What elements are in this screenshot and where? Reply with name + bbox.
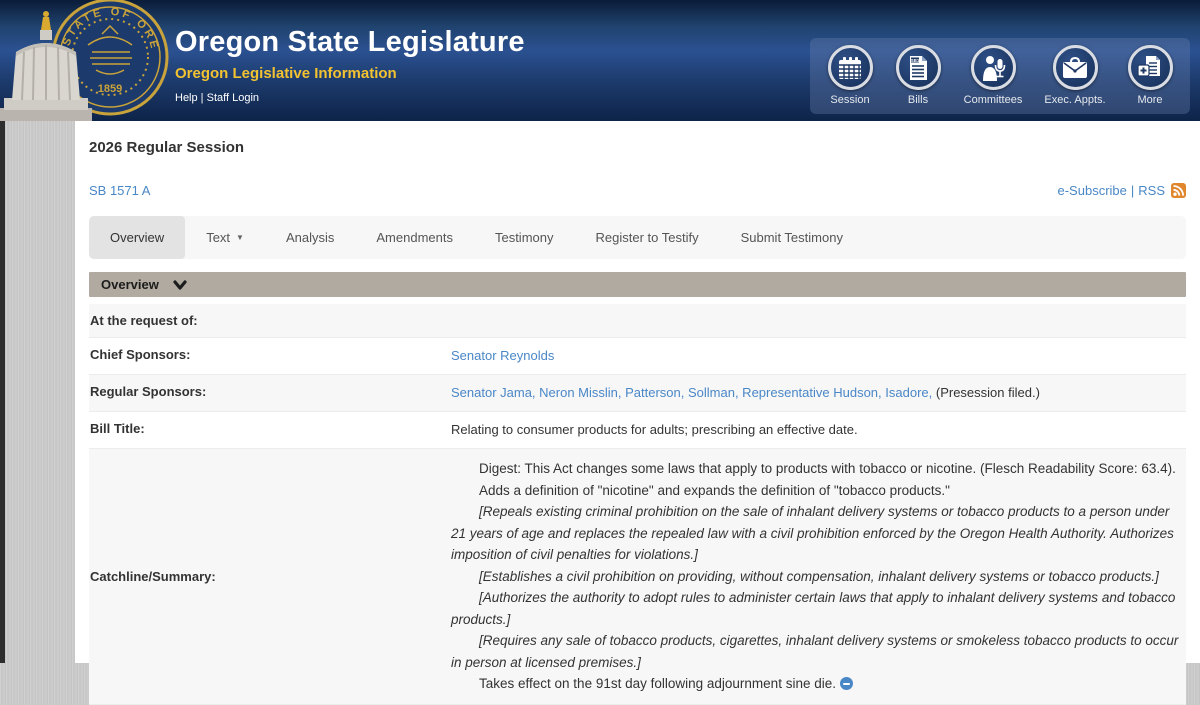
nav-item-exec-appts[interactable]: Exec. Appts. bbox=[1038, 45, 1112, 106]
site-subtitle: Oregon Legislative Information bbox=[175, 65, 525, 82]
help-link[interactable]: Help bbox=[175, 92, 198, 104]
nav-label: Exec. Appts. bbox=[1044, 94, 1105, 106]
measure-row: SB 1571 A e-Subscribe | RSS bbox=[89, 183, 1186, 198]
main-content: 2026 Regular Session SB 1571 A e-Subscri… bbox=[75, 121, 1200, 663]
rss-icon[interactable] bbox=[1171, 183, 1186, 198]
calendar-icon bbox=[828, 45, 873, 90]
field-value: Digest: This Act changes some laws that … bbox=[451, 458, 1186, 695]
header-utility-links: Help | Staff Login bbox=[175, 92, 525, 104]
field-value: Senator Jama, Neron Misslin, Patterson, … bbox=[451, 384, 1186, 402]
field-label: At the request of: bbox=[89, 313, 451, 328]
field-label: Catchline/Summary: bbox=[89, 569, 451, 584]
summary-paragraph: [Authorizes the authority to adopt rules… bbox=[451, 587, 1186, 630]
nav-label: More bbox=[1137, 94, 1162, 106]
field-label: Bill Title: bbox=[89, 421, 451, 439]
nav-item-bills[interactable]: SB1 Bills bbox=[888, 45, 948, 106]
tab-register-to-testify[interactable]: Register to Testify bbox=[575, 216, 720, 259]
header-nav-bar: Session SB1 Bills bbox=[810, 38, 1190, 114]
tab-text[interactable]: Text▼ bbox=[185, 216, 265, 259]
field-value: Senator Reynolds bbox=[451, 347, 1186, 365]
chief-sponsor-link[interactable]: Senator Reynolds bbox=[451, 348, 554, 363]
measure-tab-bar: Overview Text▼ Analysis Amendments Testi… bbox=[89, 216, 1186, 259]
chevron-down-icon bbox=[173, 280, 187, 290]
nav-item-committees[interactable]: Committees bbox=[956, 45, 1030, 106]
presession-filed-note: (Presession filed.) bbox=[932, 385, 1040, 400]
staff-login-link[interactable]: Staff Login bbox=[207, 92, 259, 104]
subscribe-links: e-Subscribe | RSS bbox=[1058, 183, 1187, 198]
summary-paragraph: Digest: This Act changes some laws that … bbox=[451, 458, 1186, 480]
overview-accordion-header[interactable]: Overview bbox=[89, 272, 1186, 297]
tab-analysis[interactable]: Analysis bbox=[265, 216, 355, 259]
regular-sponsors-links[interactable]: Senator Jama, Neron Misslin, Patterson, … bbox=[451, 385, 932, 400]
nav-item-session[interactable]: Session bbox=[820, 45, 880, 106]
nav-item-more[interactable]: More bbox=[1120, 45, 1180, 106]
capitol-seal-logo: STATE OF OREGON 1859 bbox=[0, 0, 185, 121]
svg-text:SB1: SB1 bbox=[911, 57, 920, 62]
chevron-down-icon: ▼ bbox=[236, 233, 244, 242]
field-value bbox=[451, 313, 1186, 328]
row-at-the-request-of: At the request of: bbox=[89, 304, 1186, 338]
summary-paragraph: Adds a definition of "nicotine" and expa… bbox=[451, 480, 1186, 502]
document-plus-icon bbox=[1128, 45, 1173, 90]
briefcase-icon bbox=[1053, 45, 1098, 90]
gold-pioneer-statue bbox=[41, 11, 51, 30]
rss-link[interactable]: RSS bbox=[1138, 183, 1165, 198]
nav-label: Bills bbox=[908, 94, 928, 106]
summary-paragraph: [Repeals existing criminal prohibition o… bbox=[451, 501, 1186, 566]
nav-label: Session bbox=[830, 94, 869, 106]
page-left-edge bbox=[0, 121, 5, 663]
measure-details-table: At the request of: Chief Sponsors: Senat… bbox=[89, 304, 1186, 705]
field-value: Relating to consumer products for adults… bbox=[451, 421, 1186, 439]
row-chief-sponsors: Chief Sponsors: Senator Reynolds bbox=[89, 338, 1186, 375]
collapse-summary-icon[interactable] bbox=[840, 677, 853, 690]
nav-label: Committees bbox=[964, 94, 1023, 106]
measure-number-link[interactable]: SB 1571 A bbox=[89, 183, 150, 198]
tab-testimony[interactable]: Testimony bbox=[474, 216, 575, 259]
site-header: STATE OF OREGON 1859 bbox=[0, 0, 1200, 121]
session-title: 2026 Regular Session bbox=[89, 139, 1186, 156]
accordion-label: Overview bbox=[101, 277, 159, 292]
svg-text:1859: 1859 bbox=[98, 83, 122, 95]
subscribe-separator: | bbox=[1131, 183, 1134, 198]
person-microphone-icon bbox=[971, 45, 1016, 90]
field-label: Chief Sponsors: bbox=[89, 347, 451, 365]
tab-amendments[interactable]: Amendments bbox=[355, 216, 474, 259]
tab-submit-testimony[interactable]: Submit Testimony bbox=[720, 216, 864, 259]
esubscribe-link[interactable]: e-Subscribe bbox=[1058, 183, 1127, 198]
site-title: Oregon State Legislature bbox=[175, 26, 525, 59]
summary-paragraph: Takes effect on the 91st day following a… bbox=[451, 673, 1186, 695]
tab-overview[interactable]: Overview bbox=[89, 216, 185, 259]
bill-document-icon: SB1 bbox=[896, 45, 941, 90]
summary-paragraph: [Establishes a civil prohibition on prov… bbox=[451, 566, 1186, 588]
summary-paragraph: [Requires any sale of tobacco products, … bbox=[451, 630, 1186, 673]
row-bill-title: Bill Title: Relating to consumer product… bbox=[89, 412, 1186, 449]
help-separator: | bbox=[198, 92, 207, 104]
row-regular-sponsors: Regular Sponsors: Senator Jama, Neron Mi… bbox=[89, 375, 1186, 412]
field-label: Regular Sponsors: bbox=[89, 384, 451, 402]
row-catchline-summary: Catchline/Summary: Digest: This Act chan… bbox=[89, 449, 1186, 705]
